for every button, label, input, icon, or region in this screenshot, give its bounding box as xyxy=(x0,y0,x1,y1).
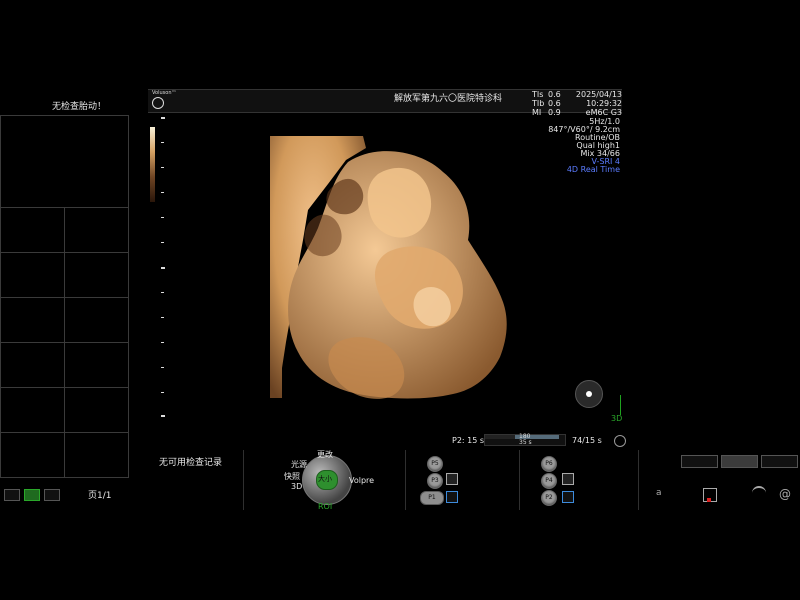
ti-mi-block: TIs 0.6 TIb 0.6 MI 0.9 xyxy=(530,88,570,118)
tib-label: TIb xyxy=(532,99,545,108)
dial-top-left-label: 光源 xyxy=(291,460,307,469)
footer-divider-4 xyxy=(638,450,639,510)
bottom-letter-a: a xyxy=(656,488,662,498)
settings-gear-icon[interactable] xyxy=(614,435,626,447)
p1-button[interactable]: P1 xyxy=(420,491,444,505)
ultrasound-3d-render xyxy=(268,132,518,402)
right-tab-2[interactable] xyxy=(721,455,758,468)
brand-text: Voluson™ xyxy=(152,90,177,96)
depth-ticks xyxy=(161,117,167,417)
view-list-button[interactable] xyxy=(44,489,60,501)
dial-bottom-label: ROI xyxy=(318,502,333,511)
dial-center-label: 大小 xyxy=(318,475,332,483)
print-icon[interactable] xyxy=(446,473,458,485)
scale-bar-icon xyxy=(150,127,155,202)
dial-top-label: 更改 xyxy=(317,450,333,459)
page-indicator: 页1/1 xyxy=(88,491,112,501)
probe-text: eM6C G3 xyxy=(585,108,622,117)
footer-divider-2 xyxy=(405,450,406,510)
axis-green-line xyxy=(620,395,621,415)
dial-left2-label: 3D xyxy=(291,482,303,491)
tib-value: 0.6 xyxy=(548,99,561,108)
p5-button[interactable]: P5 xyxy=(427,456,443,472)
right-tab-1[interactable] xyxy=(681,455,718,468)
at-icon[interactable]: @ xyxy=(779,487,791,501)
date-text: 2025/04/13 xyxy=(575,90,622,99)
p2-button[interactable]: P2 xyxy=(541,490,557,506)
document-print-icon[interactable] xyxy=(562,473,574,485)
time-text: 10:29:32 xyxy=(586,99,622,108)
param-blue-1: 4D Real Time xyxy=(566,165,620,174)
datetime-probe: 2025/04/13 10:29:32 eM6C G3 xyxy=(575,88,628,118)
view-single-button[interactable] xyxy=(4,489,20,501)
right-params: 5Hz/1.0 847°/V60°/ 9.2cm Routine/OB Qual… xyxy=(520,117,622,177)
bar-left-text: P2: 15 s xyxy=(452,436,485,445)
dial-left-label: 快照 xyxy=(284,472,300,481)
tis-label: TIs xyxy=(532,90,544,99)
mi-label: MI xyxy=(532,108,542,117)
bar-right-text: 74/15 s xyxy=(572,436,602,445)
p6-button[interactable]: P6 xyxy=(541,456,557,472)
globe-icon xyxy=(152,97,164,109)
document-save-icon[interactable] xyxy=(562,491,574,503)
footer-divider-3 xyxy=(519,450,520,510)
corner-3d-label: 3D xyxy=(611,414,623,423)
hospital-name: 解放军第九六〇医院特诊科 xyxy=(394,94,503,104)
orientation-ball-icon[interactable] xyxy=(575,380,603,408)
no-records-text: 无可用检查记录 xyxy=(159,458,223,468)
view-toggle-group xyxy=(4,489,64,501)
left-status: 无检查胎动！ xyxy=(52,102,107,112)
save-icon[interactable] xyxy=(446,491,458,503)
footer-divider-1 xyxy=(243,450,244,510)
brand-logo: Voluson™ xyxy=(150,90,178,109)
view-grid-button[interactable] xyxy=(24,489,40,501)
right-tab-3[interactable] xyxy=(761,455,798,468)
bar-bottom-value: 35 s xyxy=(519,439,532,446)
mi-value: 0.9 xyxy=(548,108,561,117)
dial-right-label: Volpre xyxy=(349,476,375,485)
progress-bar: 180 35 s xyxy=(484,433,566,446)
left-grid xyxy=(0,115,129,478)
wifi-icon[interactable] xyxy=(752,486,766,502)
p3-button[interactable]: P3 xyxy=(427,473,443,489)
network-icon[interactable] xyxy=(703,488,717,502)
p4-button[interactable]: P4 xyxy=(541,473,557,489)
tis-value: 0.6 xyxy=(548,90,561,99)
